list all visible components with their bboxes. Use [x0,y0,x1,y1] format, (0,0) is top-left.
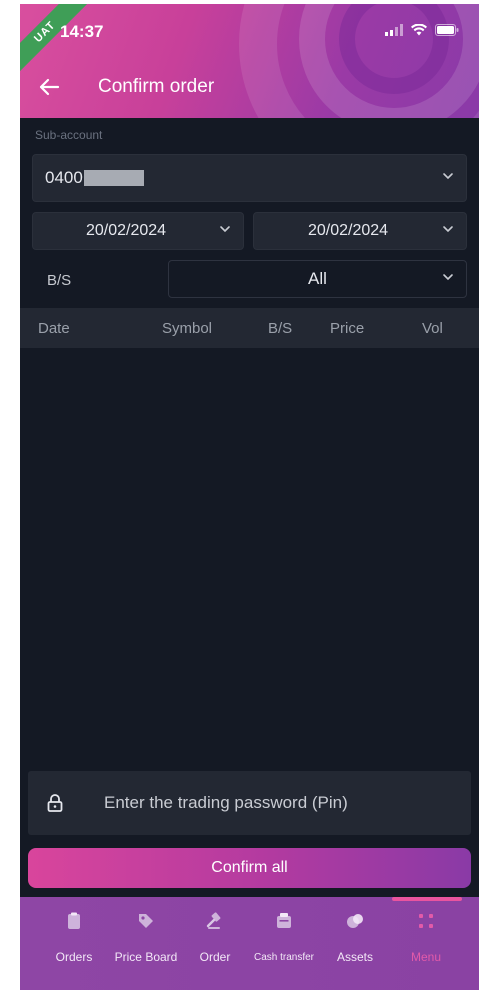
grid-icon [419,914,433,928]
sub-account-select[interactable]: 0400 [32,154,467,202]
signal-icon [385,24,403,36]
nav-item-menu[interactable]: Menu [396,897,456,990]
nav-label-assets: Assets [336,950,373,964]
confirm-all-button[interactable]: Confirm all [28,848,471,888]
back-arrow-icon[interactable] [38,76,60,98]
gavel-icon [206,912,221,929]
to-date-select[interactable]: 20/02/2024 [253,212,467,250]
column-header-vol: Vol [422,320,443,337]
chevron-down-icon [220,226,230,233]
column-header-date: Date [38,320,70,337]
from-date-value: 20/02/2024 [85,222,167,239]
sub-account-value: 0400 [45,168,83,187]
nav-item-orders[interactable]: Orders [48,897,100,990]
nav-item-order[interactable]: Order [192,897,238,990]
nav-label-orders: Orders [55,950,93,964]
from-date-select[interactable]: 20/02/2024 [32,212,244,250]
bottom-navigation: Orders Price Board Order Cash transfer A… [20,897,479,990]
chevron-down-icon [443,226,453,233]
bs-select[interactable]: All [168,260,467,298]
column-header-bs: B/S [268,320,293,337]
lock-icon [47,794,63,812]
order-table-header: Date Symbol B/S Price Vol [20,308,479,348]
redacted-account-mask [83,170,144,186]
clipboard-icon [68,912,80,929]
nav-label-order: Order [199,950,231,964]
status-time: 14:37 [60,22,104,41]
status-icons [385,24,459,36]
nav-item-price-board[interactable]: Price Board [106,897,186,990]
chevron-down-icon [443,173,453,180]
app-screen: UAT 14:37 Confirm order Sub-account 0400… [20,4,479,990]
sub-account-label: Sub-account [35,128,103,142]
nav-item-assets[interactable]: Assets [330,897,380,990]
wifi-icon [411,24,427,36]
nav-label-menu: Menu [410,950,442,964]
chevron-down-icon [443,274,453,281]
nav-label-price-board: Price Board [114,950,178,964]
battery-icon [435,24,459,36]
column-header-price: Price [330,320,365,337]
tag-icon [139,914,153,928]
bs-value: All [308,269,327,288]
pin-input[interactable]: Enter the trading password (Pin) [28,771,471,835]
wallet-icon [277,913,291,928]
pin-placeholder: Enter the trading password (Pin) [104,793,348,812]
page-title: Confirm order [98,76,215,97]
app-header: UAT 14:37 Confirm order [20,4,479,118]
nav-item-cash-transfer[interactable]: Cash transfer [244,897,324,990]
coins-icon [347,914,363,928]
nav-label-cash-transfer: Cash transfer [253,952,315,963]
column-header-symbol: Symbol [162,320,213,337]
to-date-value: 20/02/2024 [307,222,389,239]
bs-label: B/S [47,272,72,289]
